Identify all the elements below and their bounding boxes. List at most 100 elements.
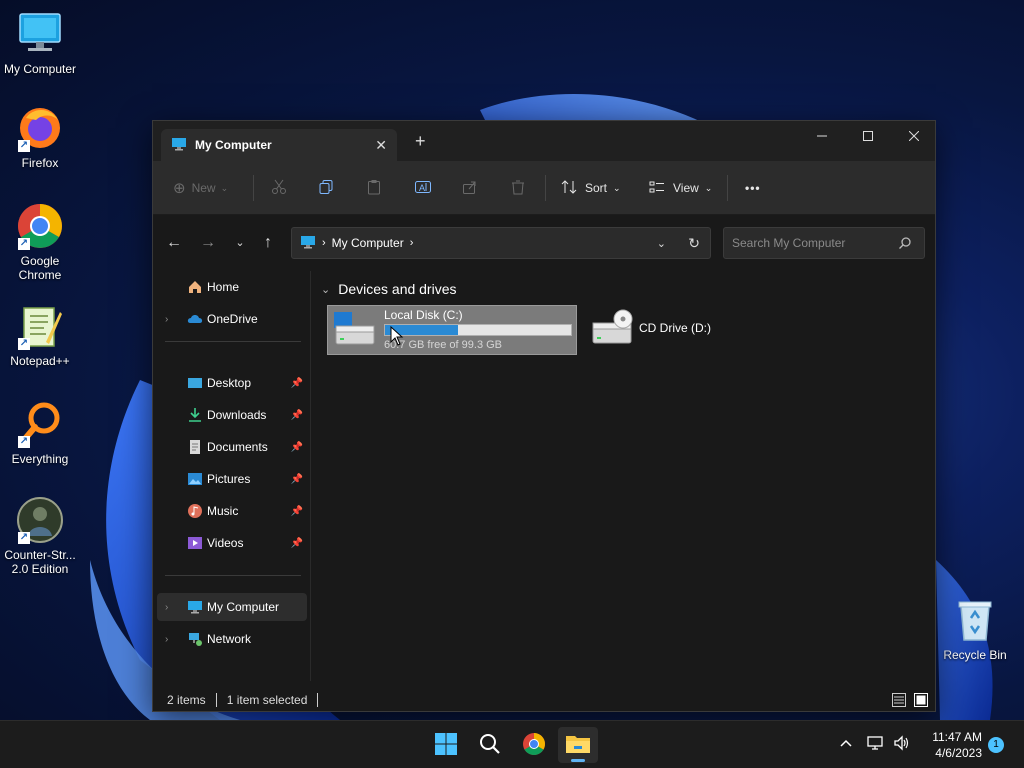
chevron-right-icon[interactable]: ›: [165, 634, 168, 645]
pin-icon[interactable]: 📌: [291, 474, 303, 485]
sidebar-item-label: Desktop: [207, 376, 252, 390]
copy-button[interactable]: [318, 175, 334, 201]
group-header-devices[interactable]: ⌄ Devices and drives: [321, 281, 457, 297]
desktop-icon-my-computer[interactable]: My Computer: [0, 10, 80, 76]
sidebar-item-onedrive[interactable]: › OneDrive: [157, 305, 307, 333]
minimize-button[interactable]: [799, 121, 845, 151]
clock-date: 4/6/2023: [935, 746, 982, 760]
status-divider: [317, 693, 319, 707]
up-button[interactable]: ↑: [259, 234, 277, 252]
tiles-view-icon[interactable]: [913, 692, 929, 711]
status-bar: 2 items 1 item selected: [153, 687, 935, 713]
command-bar: ⊕ New ⌄ A Sort ⌄ View ⌄ •••: [153, 161, 935, 215]
paste-button[interactable]: [366, 175, 382, 201]
chevron-right-icon[interactable]: ›: [410, 237, 414, 249]
recent-locations-button[interactable]: ⌄: [231, 234, 249, 252]
drive-cd-d[interactable]: CD Drive (D:): [585, 305, 725, 355]
title-bar[interactable]: My Computer ✕ +: [153, 121, 935, 161]
cd-drive-icon: [589, 309, 637, 352]
desktop-icon-chrome[interactable]: ↗ Google Chrome: [0, 202, 80, 282]
computer-icon: [300, 234, 316, 253]
more-options-button[interactable]: •••: [745, 175, 761, 201]
rename-button[interactable]: A: [414, 175, 432, 201]
volume-icon[interactable]: [892, 735, 912, 755]
delete-button[interactable]: [510, 175, 526, 201]
toolbar-divider: [727, 175, 728, 201]
address-bar[interactable]: › My Computer › ⌄ ↻: [291, 227, 711, 259]
address-dropdown-icon[interactable]: ⌄: [657, 237, 666, 250]
document-icon: [187, 439, 203, 455]
trash-icon: [510, 179, 526, 198]
new-tab-button[interactable]: +: [415, 132, 426, 150]
clock[interactable]: 11:47 AM 4/6/2023: [920, 729, 982, 761]
close-window-button[interactable]: [891, 121, 937, 151]
desktop-icon-recycle-bin[interactable]: Recycle Bin: [935, 596, 1015, 662]
search-box[interactable]: [723, 227, 925, 259]
new-label: New: [191, 181, 216, 195]
sidebar-item-my-computer[interactable]: › My Computer: [157, 593, 307, 621]
chevron-down-icon: ⌄: [704, 182, 713, 193]
status-divider: [215, 693, 217, 707]
sidebar-item-home[interactable]: Home: [157, 273, 307, 301]
drive-local-disk-c[interactable]: Local Disk (C:) 60.7 GB free of 99.3 GB: [327, 305, 577, 355]
close-tab-icon[interactable]: ✕: [375, 137, 387, 154]
everything-icon: ↗: [16, 400, 64, 448]
sidebar-item-pictures[interactable]: Pictures 📌: [157, 465, 307, 493]
chevron-right-icon[interactable]: ›: [165, 602, 168, 613]
notification-badge[interactable]: 1: [988, 737, 1004, 753]
toolbar-divider: [253, 175, 254, 201]
item-count: 2 items: [167, 693, 206, 707]
sidebar-item-label: Home: [207, 280, 240, 294]
search-icon[interactable]: [898, 236, 912, 253]
share-button[interactable]: [462, 175, 478, 201]
taskbar-chrome[interactable]: [514, 727, 554, 763]
windows-logo-icon: [434, 732, 458, 759]
file-explorer-window: My Computer ✕ + ⊕ New ⌄ A Sort ⌄ View ⌄ …: [152, 120, 936, 712]
desktop-icon-label: Google Chrome: [18, 254, 62, 282]
sidebar-item-videos[interactable]: Videos 📌: [157, 529, 307, 557]
search-input[interactable]: [732, 236, 892, 250]
notepadpp-icon: ↗: [16, 302, 64, 350]
sidebar-item-label: My Computer: [207, 600, 280, 614]
sidebar-item-documents[interactable]: Documents 📌: [157, 433, 307, 461]
start-button[interactable]: [426, 727, 466, 763]
desktop-icon-notepadpp[interactable]: ↗ Notepad++: [0, 302, 80, 368]
chevron-down-icon[interactable]: ⌄: [321, 283, 330, 296]
network-status-icon[interactable]: [866, 735, 886, 755]
sidebar-item-downloads[interactable]: Downloads 📌: [157, 401, 307, 429]
sidebar-item-network[interactable]: › Network: [157, 625, 307, 653]
pin-icon[interactable]: 📌: [291, 538, 303, 549]
chevron-right-icon[interactable]: ›: [322, 237, 326, 249]
search-icon: [479, 733, 501, 758]
chevron-right-icon[interactable]: ›: [165, 314, 168, 325]
pin-icon[interactable]: 📌: [291, 410, 303, 421]
search-button[interactable]: [470, 727, 510, 763]
pin-icon[interactable]: 📌: [291, 378, 303, 389]
refresh-icon[interactable]: ↻: [688, 235, 700, 252]
chrome-icon: ↗: [16, 202, 64, 250]
new-button[interactable]: ⊕ New ⌄: [173, 175, 228, 201]
sidebar-item-desktop[interactable]: Desktop 📌: [157, 369, 307, 397]
view-button[interactable]: View ⌄: [649, 175, 712, 201]
taskbar: 11:47 AM 4/6/2023 1: [0, 720, 1024, 768]
sort-icon: [561, 179, 577, 198]
show-hidden-icons-button[interactable]: [836, 735, 856, 755]
breadcrumb-my-computer[interactable]: My Computer: [332, 236, 404, 250]
sort-button[interactable]: Sort ⌄: [561, 175, 621, 201]
pin-icon[interactable]: 📌: [291, 506, 303, 517]
view-label: View: [673, 181, 699, 195]
desktop-icon-counter-strike[interactable]: ↗ Counter-Str... 2.0 Edition: [0, 496, 82, 576]
tab-my-computer[interactable]: My Computer ✕: [161, 129, 397, 161]
pin-icon[interactable]: 📌: [291, 442, 303, 453]
desktop-icon-everything[interactable]: ↗ Everything: [0, 400, 80, 466]
desktop-icon-label: Recycle Bin: [943, 648, 1007, 662]
hard-drive-icon: [332, 310, 376, 353]
maximize-button[interactable]: [845, 121, 891, 151]
back-button[interactable]: ←: [165, 234, 183, 252]
desktop-icon-firefox[interactable]: ↗ Firefox: [0, 104, 80, 170]
cut-button[interactable]: [271, 175, 287, 201]
taskbar-file-explorer[interactable]: [558, 727, 598, 763]
sidebar-item-music[interactable]: Music 📌: [157, 497, 307, 525]
forward-button[interactable]: →: [199, 234, 217, 252]
details-view-icon[interactable]: [891, 692, 907, 711]
